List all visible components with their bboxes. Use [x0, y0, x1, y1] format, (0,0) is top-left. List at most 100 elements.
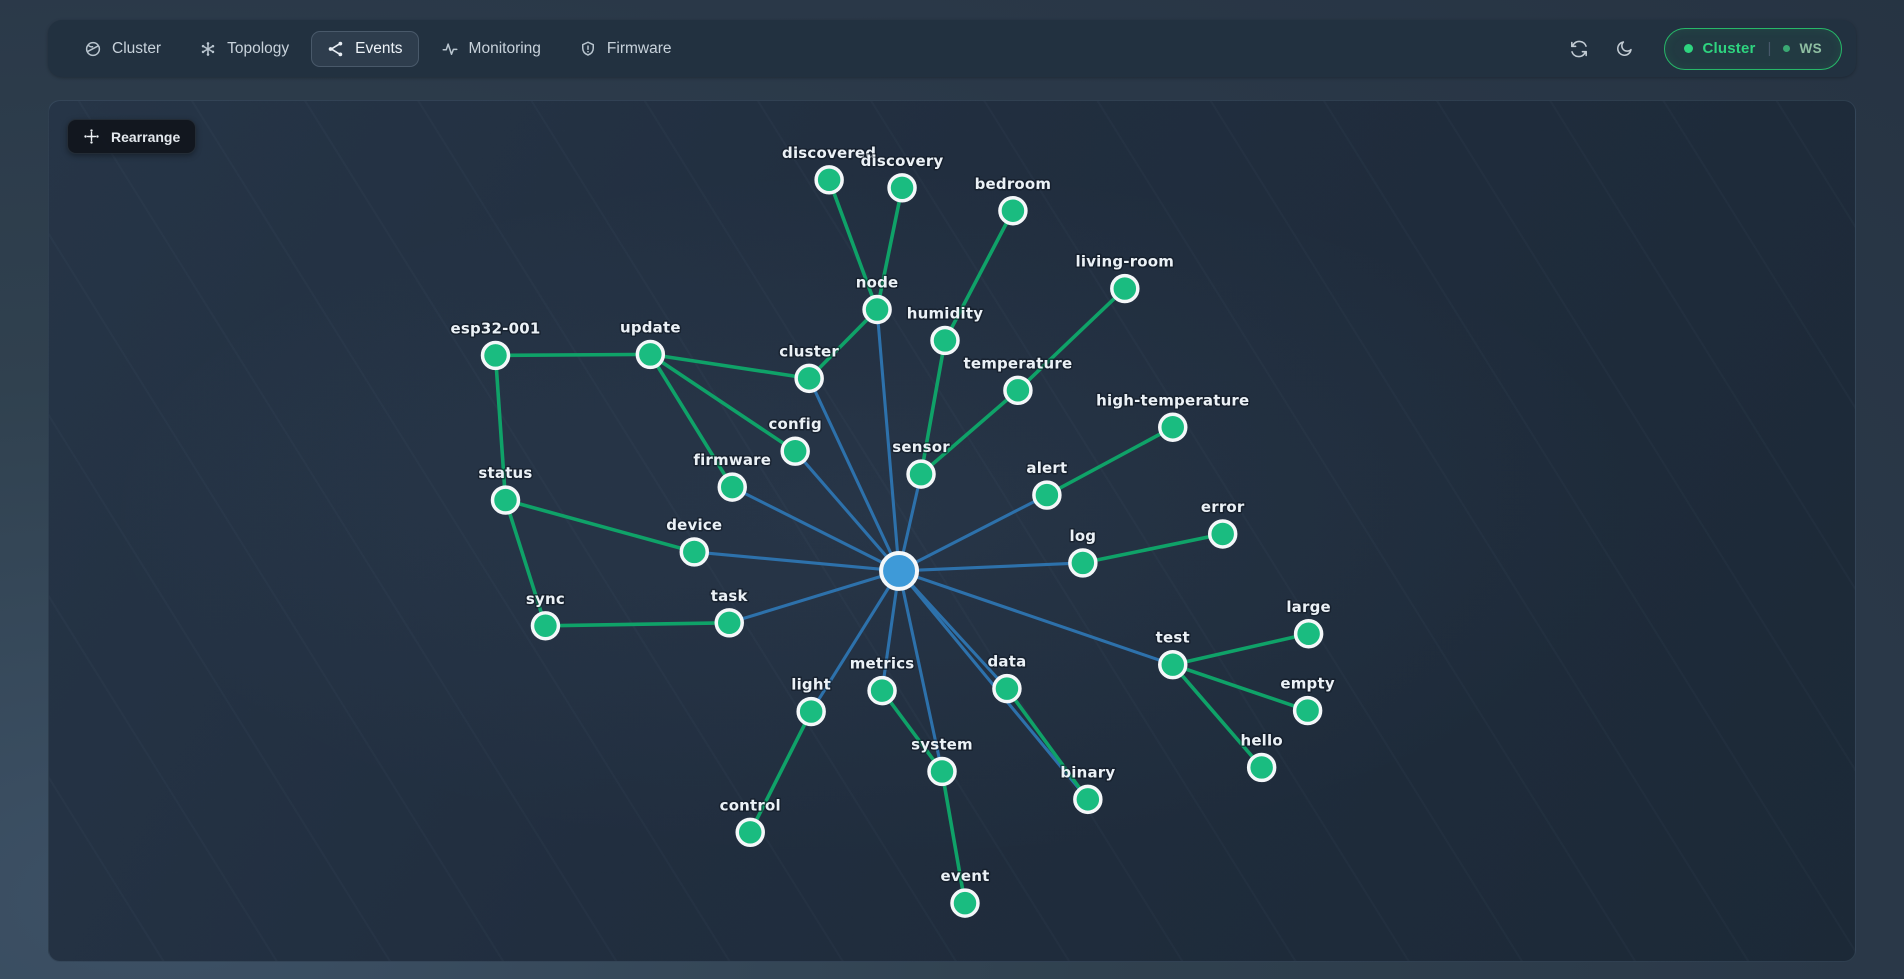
graph-node-label-device: device [666, 516, 722, 534]
graph-edge-hub-alert [899, 495, 1047, 571]
cluster-status-dot [1684, 44, 1693, 53]
graph-node-empty[interactable] [1295, 698, 1321, 724]
badge-separator: | [1765, 40, 1775, 57]
activity-icon [441, 40, 459, 58]
graph-node-label-event: event [941, 867, 990, 885]
graph-node-label-task: task [711, 587, 749, 605]
graph-node-label-metrics: metrics [850, 655, 915, 673]
graph-node-temperature[interactable] [1005, 377, 1031, 403]
graph-node-label-high-temperature: high-temperature [1096, 391, 1249, 409]
tab-cluster[interactable]: Cluster [68, 31, 177, 67]
graph-node-node[interactable] [864, 297, 890, 323]
tab-label: Topology [227, 41, 289, 57]
graph-node-large[interactable] [1296, 621, 1322, 647]
graph-edge-data-binary [1007, 689, 1088, 800]
graph-node-log[interactable] [1070, 550, 1096, 576]
tab-events[interactable]: Events [311, 31, 418, 67]
graph-node-label-empty: empty [1280, 675, 1334, 693]
graph-node-update[interactable] [637, 341, 663, 367]
graph-node-system[interactable] [929, 758, 955, 784]
graph-node-hello[interactable] [1249, 754, 1275, 780]
graph-node-discovery[interactable] [889, 175, 915, 201]
tab-label: Events [355, 41, 402, 57]
nav-actions: Cluster | WS [1563, 28, 1842, 70]
graph-edge-esp32-001-update [496, 354, 651, 355]
tab-firmware[interactable]: Firmware [563, 31, 688, 67]
graph-node-label-discovery: discovery [861, 152, 944, 170]
graph-node-label-firmware: firmware [693, 451, 771, 469]
theme-toggle-button[interactable] [1609, 33, 1640, 64]
graph-node-sync[interactable] [532, 613, 558, 639]
graph-node-hub[interactable] [881, 553, 917, 589]
move-icon [83, 128, 100, 145]
graph-node-label-bedroom: bedroom [975, 175, 1052, 193]
graph-node-cluster[interactable] [796, 365, 822, 391]
graph-node-living-room[interactable] [1112, 276, 1138, 302]
graph-node-label-cluster: cluster [779, 342, 839, 360]
nav-tabs: Cluster Topology [68, 31, 688, 67]
refresh-icon [1569, 39, 1589, 59]
top-nav: Cluster Topology [48, 20, 1856, 77]
graph-node-event[interactable] [952, 890, 978, 916]
graph-edge-hub-log [899, 563, 1083, 571]
tab-label: Cluster [112, 41, 161, 57]
graph-node-label-update: update [620, 318, 681, 336]
graph-node-device[interactable] [681, 539, 707, 565]
share-icon [327, 40, 345, 58]
graph-edge-living-room-temperature [1018, 289, 1125, 391]
graph-node-label-data: data [987, 653, 1026, 671]
graph-node-label-binary: binary [1060, 763, 1115, 781]
rearrange-label: Rearrange [111, 129, 180, 145]
graph-edge-sync-task [545, 623, 729, 626]
graph-node-config[interactable] [782, 438, 808, 464]
globe-icon [84, 40, 102, 58]
graph-node-binary[interactable] [1075, 786, 1101, 812]
graph-node-control[interactable] [737, 819, 763, 845]
graph-node-label-test: test [1156, 629, 1190, 647]
graph-node-discovered[interactable] [816, 167, 842, 193]
graph-node-label-system: system [911, 736, 973, 754]
graph-node-label-control: control [720, 796, 781, 814]
graph-node-error[interactable] [1210, 521, 1236, 547]
graph-node-sensor[interactable] [908, 461, 934, 487]
graph-edge-hub-config [795, 451, 899, 571]
page: Cluster Topology [0, 0, 1904, 979]
graph-node-label-status: status [478, 464, 532, 482]
graph-node-metrics[interactable] [869, 678, 895, 704]
graph-edge-hub-task [729, 571, 899, 623]
ws-status-dot [1783, 45, 1790, 52]
graph-node-esp32-001[interactable] [483, 342, 509, 368]
cluster-status-label: Cluster [1702, 40, 1755, 57]
topology-icon [199, 40, 217, 58]
graph-node-label-light: light [791, 676, 831, 694]
tab-monitoring[interactable]: Monitoring [425, 31, 557, 67]
graph-node-high-temperature[interactable] [1160, 414, 1186, 440]
graph-node-alert[interactable] [1034, 482, 1060, 508]
graph-edge-log-error [1083, 534, 1223, 563]
graph-node-label-hello: hello [1240, 732, 1282, 750]
topology-graph: discovereddiscoverybedroomliving-roomesp… [49, 101, 1855, 961]
graph-node-status[interactable] [493, 487, 519, 513]
connection-status-badge[interactable]: Cluster | WS [1664, 28, 1842, 70]
rearrange-button[interactable]: Rearrange [67, 119, 196, 154]
refresh-button[interactable] [1563, 33, 1595, 65]
graph-node-test[interactable] [1160, 652, 1186, 678]
graph-node-label-node: node [856, 274, 899, 292]
graph-node-label-living-room: living-room [1076, 253, 1175, 271]
tab-topology[interactable]: Topology [183, 31, 305, 67]
graph-node-label-sensor: sensor [892, 438, 950, 456]
moon-icon [1615, 39, 1634, 58]
graph-node-humidity[interactable] [932, 327, 958, 353]
graph-node-light[interactable] [798, 699, 824, 725]
ws-status-label: WS [1799, 41, 1822, 56]
graph-node-task[interactable] [716, 610, 742, 636]
graph-node-label-alert: alert [1026, 459, 1067, 477]
graph-node-firmware[interactable] [719, 474, 745, 500]
graph-node-label-large: large [1286, 598, 1331, 616]
graph-edge-update-config [650, 354, 795, 451]
graph-canvas[interactable]: Rearrange discovereddiscoverybedroomlivi… [48, 100, 1856, 962]
shield-icon [579, 40, 597, 58]
graph-node-bedroom[interactable] [1000, 198, 1026, 224]
graph-node-data[interactable] [994, 676, 1020, 702]
graph-node-label-sync: sync [526, 590, 565, 608]
